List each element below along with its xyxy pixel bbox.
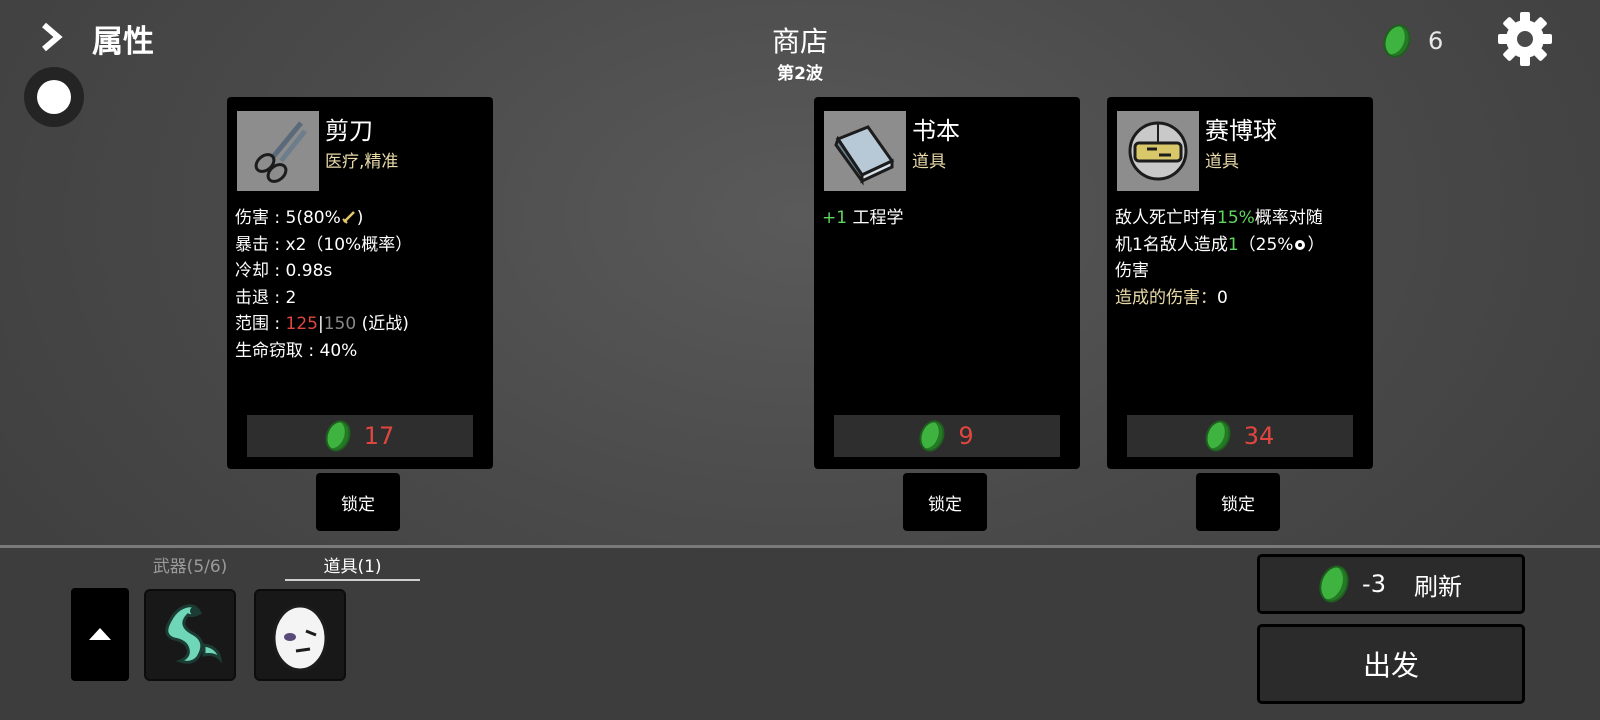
tab-underline [285, 579, 420, 581]
currency-amount: 6 [1428, 27, 1444, 55]
shop-title: 商店 [771, 25, 828, 58]
chevron-right-icon[interactable] [38, 22, 68, 52]
scissors-icon [254, 121, 307, 183]
item-tags: 道具 [1205, 152, 1239, 172]
triangle-up-icon [89, 628, 111, 640]
stat-damage: 伤害 : 5(80%) [235, 208, 364, 228]
item-price: 17 [363, 422, 395, 450]
toggle-dot-icon [37, 80, 71, 114]
effect-line: +1 工程学 [822, 208, 904, 228]
expand-inventory-button[interactable] [71, 588, 129, 681]
gear-small-icon [1295, 239, 1306, 250]
item-thumbnail [237, 111, 319, 191]
coin-icon [1200, 416, 1235, 456]
coin-icon [915, 416, 950, 456]
go-button[interactable]: 出发 [1257, 624, 1525, 704]
inventory-slot[interactable] [144, 589, 236, 681]
effect-line: 伤害 [1115, 261, 1149, 281]
stats-toggle-button[interactable] [24, 67, 84, 127]
alien-tentacle-icon [165, 604, 223, 664]
sword-icon [342, 211, 355, 224]
cyberball-icon [1128, 121, 1188, 181]
shop-card-book[interactable]: 书本 道具 +1 工程学 9 [814, 97, 1080, 469]
item-name: 剪刀 [325, 117, 373, 145]
refresh-label: 刷新 [1413, 572, 1462, 601]
weapon-stats: 伤害 : 5(80%) 暴击 : x2（10%概率） 冷却 : 0.98s 击退… [235, 205, 485, 364]
item-effect: 敌人死亡时有15%概率对随 机1名敌人造成1（25%） 伤害 造成的伤害：0 [1115, 205, 1365, 311]
effect-line: 机1名敌人造成1（25%） [1115, 234, 1325, 255]
buy-button[interactable]: 17 [247, 415, 473, 457]
shop-card-cyberball[interactable]: 赛博球 道具 敌人死亡时有15%概率对随 机1名敌人造成1（25%） 伤害 造成… [1107, 97, 1373, 469]
item-effect: +1 工程学 [822, 205, 1072, 232]
buy-button[interactable]: 34 [1127, 415, 1353, 457]
item-price: 34 [1243, 422, 1275, 450]
attributes-title[interactable]: 属性 [92, 16, 154, 61]
stat-cooldown: 冷却 : 0.98s [235, 261, 333, 281]
item-tags: 医疗,精准 [325, 152, 399, 172]
gear-icon[interactable] [1494, 8, 1556, 70]
egg-face-icon [272, 604, 328, 672]
lock-button[interactable]: 锁定 [903, 473, 987, 531]
wave-label: 第2波 [777, 64, 823, 84]
item-thumbnail [824, 111, 906, 191]
coin-icon [1378, 20, 1416, 62]
stat-range: 范围 : 125|150 (近战) [235, 314, 409, 334]
effect-line: 敌人死亡时有15%概率对随 [1115, 208, 1323, 228]
item-thumbnail [1117, 111, 1199, 191]
lock-button[interactable]: 锁定 [316, 473, 400, 531]
stat-crit: 暴击 : x2（10%概率） [235, 234, 413, 255]
item-price: 9 [958, 422, 974, 450]
item-name: 书本 [912, 117, 960, 145]
tab-weapons[interactable]: 武器(5/6) [140, 552, 240, 577]
coin-icon [1314, 561, 1354, 607]
buy-button[interactable]: 9 [834, 415, 1060, 457]
lock-button[interactable]: 锁定 [1196, 473, 1280, 531]
tab-items[interactable]: 道具(1) [285, 552, 420, 577]
refresh-button[interactable]: -3 刷新 [1257, 554, 1525, 614]
coin-icon [320, 416, 355, 456]
inventory-slot[interactable] [254, 589, 346, 681]
shop-card-scissors[interactable]: 剪刀 医疗,精准 伤害 : 5(80%) 暴击 : x2（10%概率） 冷却 :… [227, 97, 493, 469]
refresh-cost: -3 [1362, 570, 1386, 598]
stat-knockback: 击退 : 2 [235, 287, 297, 308]
book-icon [834, 125, 895, 186]
item-tags: 道具 [912, 152, 946, 172]
damage-dealt: 造成的伤害：0 [1115, 287, 1228, 308]
divider [0, 545, 1600, 548]
item-name: 赛博球 [1205, 117, 1277, 145]
currency-display: 6 [1378, 20, 1444, 62]
stat-lifesteal: 生命窃取 : 40% [235, 340, 358, 361]
